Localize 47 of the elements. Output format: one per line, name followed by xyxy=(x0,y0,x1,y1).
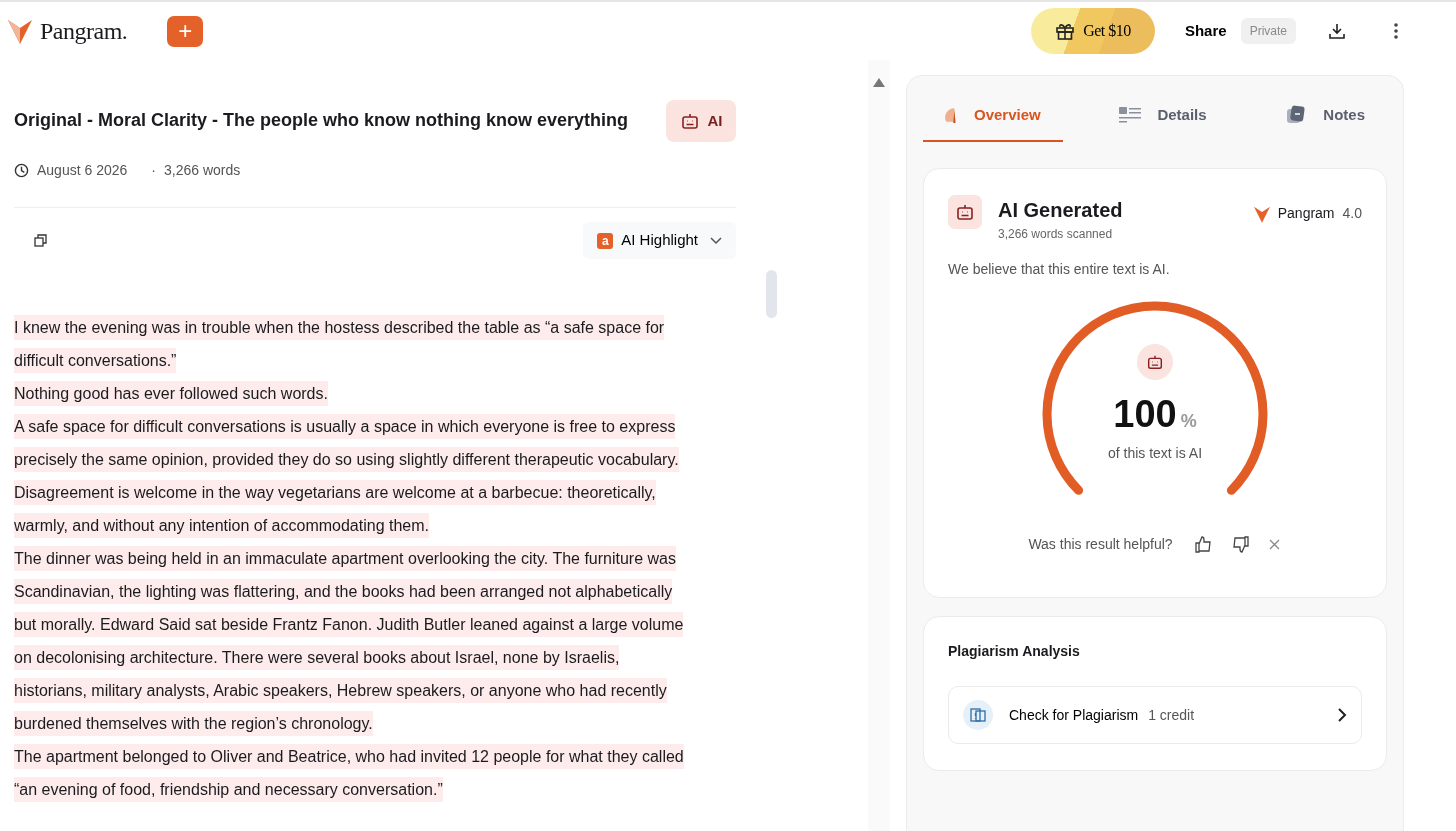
robot-icon xyxy=(679,111,700,131)
scrollbar-thumb[interactable] xyxy=(766,270,777,318)
robot-icon xyxy=(1146,353,1164,371)
percent-unit: % xyxy=(1180,410,1197,433)
more-options-icon xyxy=(1394,23,1398,39)
panel-tab[interactable]: Details xyxy=(1097,90,1229,142)
copy-icon xyxy=(34,234,47,247)
paragraph: Nothing good has ever followed such words. xyxy=(14,377,736,410)
check-plagiarism-button[interactable]: Check for Plagiarism 1 credit xyxy=(948,686,1362,744)
document-compare-icon xyxy=(970,707,986,723)
visibility-tag: Private xyxy=(1240,18,1296,44)
document-title: Original - Moral Clarity - The people who know nothing know everything xyxy=(14,110,629,132)
word-count: 3,266 words xyxy=(163,161,241,180)
list-icon xyxy=(1119,106,1142,124)
logo-wordmark[interactable]: Pangram. xyxy=(40,13,128,49)
ai-verdict-badge[interactable]: AI xyxy=(666,100,736,142)
panel-tab[interactable]: Overview xyxy=(923,90,1063,142)
gauge-icon xyxy=(945,107,958,123)
chevron-right-icon xyxy=(1338,708,1347,722)
clock-icon xyxy=(14,163,29,178)
separator-dot: · xyxy=(151,161,156,180)
thumbs-up-button[interactable] xyxy=(1192,534,1214,555)
paragraph: I knew the evening was in trouble when the hostess described the table as “a safe space for difficult conversations.” xyxy=(14,311,736,377)
model-name: Pangram xyxy=(1277,204,1335,223)
panel-tab[interactable]: Notes xyxy=(1263,90,1387,142)
share-button[interactable]: Share xyxy=(1178,18,1233,44)
result-summary: We believe that this entire text is AI. xyxy=(948,260,1171,279)
paragraph: A safe space for difficult conversations is usually a space in which everyone is free to express precisely the same opinion, provided they do so using slightly different therapeutic vocabulary. Disagreement is welcome in the way vegetarians are welcome at a barbecue: theoretically, warmly, and without any intention of accommodating them. xyxy=(14,410,736,542)
highlight-mode-dropdown[interactable]: a AI Highlight xyxy=(583,222,736,259)
document-date: August 6 2026 xyxy=(37,161,128,180)
plagiarism-section-title: Plagiarism Analysis xyxy=(948,642,1081,661)
words-scanned-label: 3,266 words scanned xyxy=(998,226,1114,243)
chevron-down-icon xyxy=(710,236,722,245)
paragraph: The apartment belonged to Oliver and Beatrice, who had invited 12 people for what they called “an evening of food, friendship and necessary conversation.” xyxy=(14,740,736,806)
model-version: 4.0 xyxy=(1342,204,1362,223)
gift-icon xyxy=(1055,21,1076,41)
gauge-caption: of this text is AI xyxy=(1107,444,1203,463)
referral-button[interactable]: Get $10 xyxy=(1030,8,1155,54)
feedback-question: Was this result helpful? xyxy=(1028,535,1173,554)
fox-logo-icon xyxy=(8,18,32,44)
download-icon xyxy=(1328,22,1346,40)
fox-logo-icon xyxy=(1253,204,1270,223)
paragraph: The dinner was being held in an immaculate apartment overlooking the city. The furniture was Scandinavian, the lighting was flattering, and the books had been arranged not alphabetically but morally. Edward Said sat beside Frantz Fanon. Judith Butler leaned against a large volume on decolonising architecture. There were several books about Israel, none by Israelis, historians, military analysts, Arabic speakers, Hebrew speakers, or anyone who had recently burdened themselves with the region’s chronology. xyxy=(14,542,736,740)
robot-icon xyxy=(955,202,975,222)
result-title: AI Generated xyxy=(998,198,1123,223)
percentage-value: 100 xyxy=(1113,392,1177,437)
scroll-up-arrow-icon[interactable] xyxy=(873,78,885,87)
